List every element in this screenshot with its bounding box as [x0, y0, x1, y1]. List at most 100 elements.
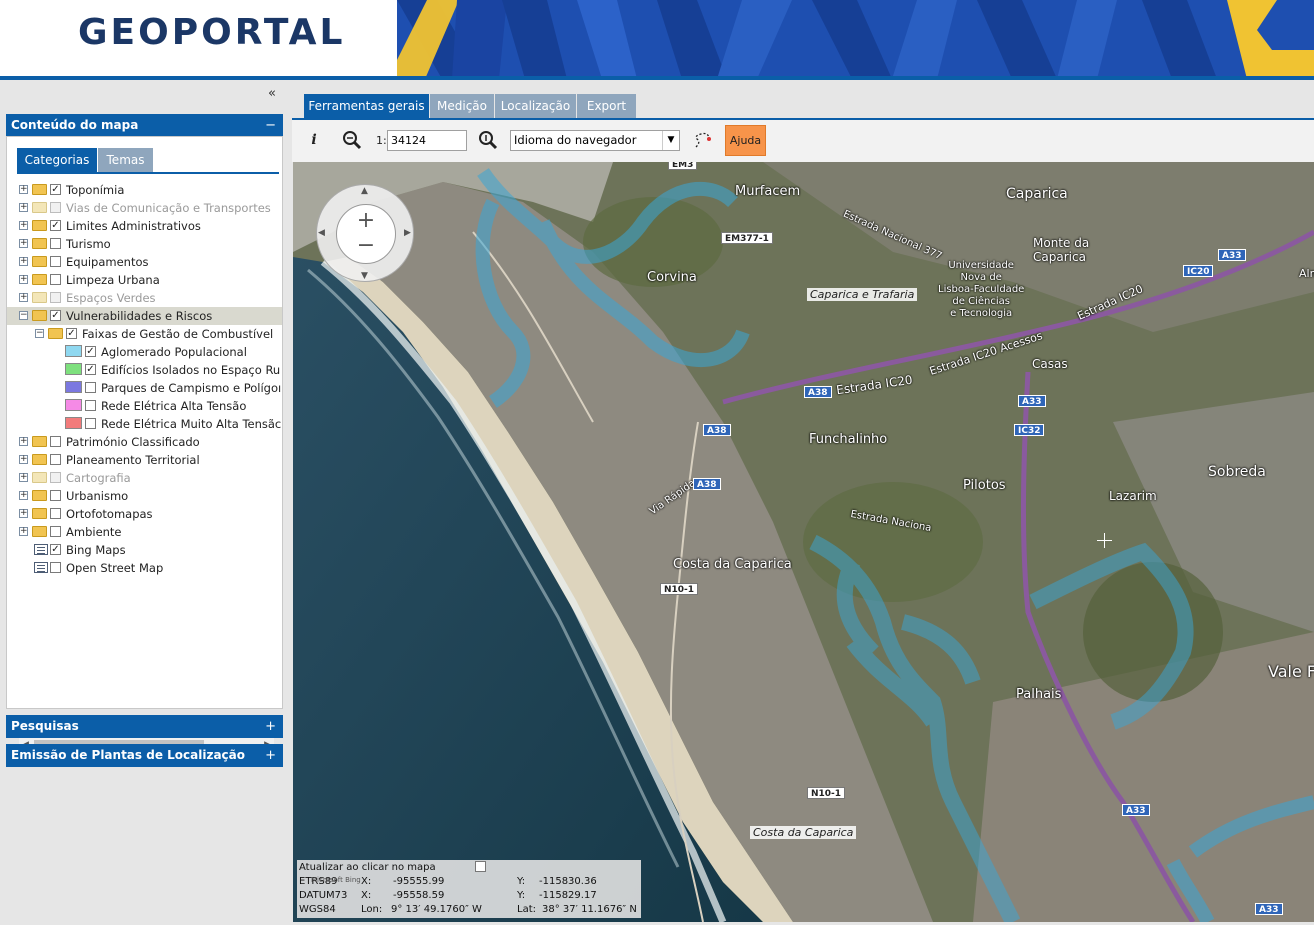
tree-row[interactable]: + ✓ Limites Administrativos	[7, 217, 282, 235]
layer-checkbox[interactable]: ✓	[50, 544, 61, 555]
plans-panel-header[interactable]: Emissão de Plantas de Localização +	[6, 744, 283, 767]
click-update-checkbox[interactable]	[475, 861, 486, 872]
tree-row[interactable]: ✓ Aglomerado Populacional	[7, 343, 282, 361]
layer-checkbox[interactable]: ✓	[50, 220, 61, 231]
layer-checkbox[interactable]	[50, 562, 61, 573]
tree-label[interactable]: Parques de Campismo e Polígoı	[101, 379, 281, 397]
layer-checkbox[interactable]	[50, 508, 61, 519]
map-navigation-control[interactable]: ▲ ▼ ◀ ▶ + −	[316, 184, 414, 282]
route-icon[interactable]	[693, 130, 713, 150]
layer-checkbox[interactable]: ✓	[50, 310, 61, 321]
layer-checkbox[interactable]: ✓	[85, 346, 96, 357]
tab-export[interactable]: Export	[577, 94, 636, 118]
tree-row[interactable]: + Limpeza Urbana	[7, 271, 282, 289]
tree-row[interactable]: − ✓ Vulnerabilidades e Riscos	[7, 307, 282, 325]
expand-tree-icon[interactable]: +	[19, 527, 28, 536]
layer-checkbox[interactable]	[50, 472, 61, 483]
tab-temas[interactable]: Temas	[98, 148, 153, 172]
tree-label[interactable]: Vias de Comunicação e Transportes	[66, 199, 271, 217]
tree-label[interactable]: Limpeza Urbana	[66, 271, 160, 289]
collapse-icon[interactable]: −	[265, 114, 276, 137]
tree-label[interactable]: Planeamento Territorial	[66, 451, 200, 469]
expand-tree-icon[interactable]: +	[19, 221, 28, 230]
expand-tree-icon[interactable]: +	[19, 275, 28, 284]
tree-label[interactable]: Vulnerabilidades e Riscos	[66, 307, 212, 325]
search-panel-header[interactable]: Pesquisas +	[6, 715, 283, 738]
tree-row[interactable]: + Vias de Comunicação e Transportes	[7, 199, 282, 217]
tree-row[interactable]: + Ortofotomapas	[7, 505, 282, 523]
layer-checkbox[interactable]	[85, 382, 96, 393]
tab-medicao[interactable]: Medição	[430, 94, 494, 118]
tree-label[interactable]: Bing Maps	[66, 541, 126, 559]
tree-row[interactable]: + Planeamento Territorial	[7, 451, 282, 469]
tab-ferramentas-gerais[interactable]: Ferramentas gerais	[304, 94, 429, 118]
layer-checkbox[interactable]	[85, 400, 96, 411]
tree-label[interactable]: Aglomerado Populacional	[101, 343, 247, 361]
expand-tree-icon[interactable]: +	[19, 185, 28, 194]
tree-label[interactable]: Rede Elétrica Alta Tensão	[101, 397, 246, 415]
zoom-in-icon[interactable]: +	[337, 210, 395, 232]
expand-tree-icon[interactable]: +	[19, 455, 28, 464]
expand-tree-icon[interactable]: +	[19, 257, 28, 266]
collapse-sidebar-button[interactable]: «	[262, 86, 282, 102]
tree-row[interactable]: + ✓ Toponímia	[7, 181, 282, 199]
layer-checkbox[interactable]	[50, 436, 61, 447]
chevron-down-icon[interactable]: ▼	[662, 131, 679, 150]
tree-row[interactable]: Rede Elétrica Muito Alta Tensãc	[7, 415, 282, 433]
layer-checkbox[interactable]	[50, 238, 61, 249]
tree-label[interactable]: Cartografia	[66, 469, 131, 487]
tree-label[interactable]: Toponímia	[66, 181, 124, 199]
layer-checkbox[interactable]	[85, 418, 96, 429]
pan-up-icon[interactable]: ▲	[361, 186, 368, 196]
expand-tree-icon[interactable]: +	[19, 437, 28, 446]
tree-row[interactable]: + Património Classificado	[7, 433, 282, 451]
help-button[interactable]: Ajuda	[725, 125, 766, 156]
info-icon[interactable]: i	[304, 130, 324, 150]
layer-checkbox[interactable]	[50, 256, 61, 267]
pan-right-icon[interactable]: ▶	[404, 228, 411, 238]
tab-categorias[interactable]: Categorias	[17, 148, 97, 172]
zoom-out-map-icon[interactable]: −	[337, 235, 395, 257]
expand-tree-icon[interactable]: +	[19, 239, 28, 248]
tree-row[interactable]: + Cartografia	[7, 469, 282, 487]
collapse-tree-icon[interactable]: −	[19, 311, 28, 320]
layer-checkbox[interactable]	[50, 274, 61, 285]
tree-row[interactable]: Parques de Campismo e Polígoı	[7, 379, 282, 397]
tree-label[interactable]: Turismo	[66, 235, 111, 253]
tree-row[interactable]: + Turismo	[7, 235, 282, 253]
expand-tree-icon[interactable]: +	[19, 473, 28, 482]
tree-label[interactable]: Urbanismo	[66, 487, 128, 505]
expand-tree-icon[interactable]: +	[19, 509, 28, 518]
tree-label[interactable]: Espaços Verdes	[66, 289, 156, 307]
tree-label[interactable]: Edifícios Isolados no Espaço Ru	[101, 361, 280, 379]
tree-label[interactable]: Faixas de Gestão de Combustível	[82, 325, 273, 343]
tree-row[interactable]: ✓ Bing Maps	[7, 541, 282, 559]
scale-input[interactable]	[387, 130, 467, 151]
layer-checkbox[interactable]: ✓	[66, 328, 77, 339]
tree-label[interactable]: Ambiente	[66, 523, 122, 541]
pan-down-icon[interactable]: ▼	[361, 271, 368, 281]
expand-icon[interactable]: +	[265, 744, 276, 767]
language-select[interactable]: Idioma do navegador ▼	[510, 130, 680, 151]
layer-checkbox[interactable]	[50, 202, 61, 213]
tree-row[interactable]: ✓ Edifícios Isolados no Espaço Ru	[7, 361, 282, 379]
tree-row[interactable]: − ✓ Faixas de Gestão de Combustível	[7, 325, 282, 343]
tree-row[interactable]: + Espaços Verdes	[7, 289, 282, 307]
tree-label[interactable]: Património Classificado	[66, 433, 200, 451]
expand-tree-icon[interactable]: +	[19, 203, 28, 212]
expand-tree-icon[interactable]: +	[19, 293, 28, 302]
expand-icon[interactable]: +	[265, 715, 276, 738]
map-view[interactable]: Murfacem Caparica Monte da Caparica Corv…	[293, 162, 1314, 922]
pan-left-icon[interactable]: ◀	[318, 228, 325, 238]
tree-row[interactable]: + Equipamentos	[7, 253, 282, 271]
layer-checkbox[interactable]	[50, 292, 61, 303]
layer-checkbox[interactable]: ✓	[85, 364, 96, 375]
layer-checkbox[interactable]	[50, 454, 61, 465]
tree-row[interactable]: Rede Elétrica Alta Tensão	[7, 397, 282, 415]
zoom-out-icon[interactable]	[342, 130, 362, 150]
tree-label[interactable]: Limites Administrativos	[66, 217, 201, 235]
content-panel-header[interactable]: Conteúdo do mapa −	[6, 114, 283, 137]
expand-tree-icon[interactable]: +	[19, 491, 28, 500]
zoom-scale-icon[interactable]	[478, 130, 498, 150]
collapse-tree-icon[interactable]: −	[35, 329, 44, 338]
